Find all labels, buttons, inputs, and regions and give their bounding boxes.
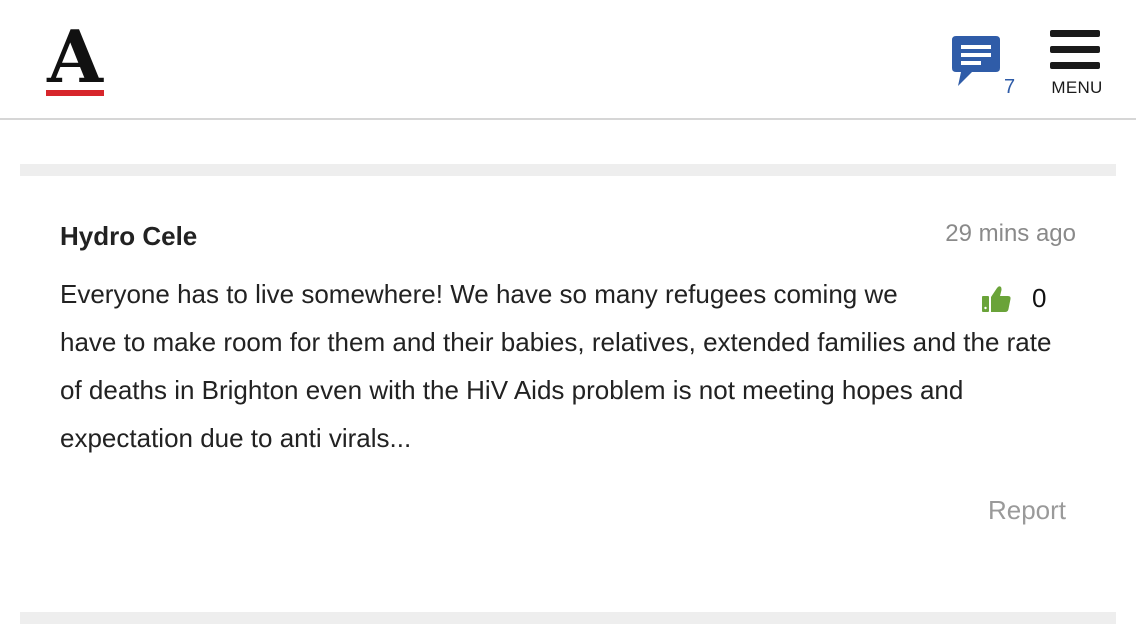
section-divider: [20, 164, 1116, 176]
menu-button[interactable]: MENU: [1046, 28, 1108, 100]
comment-timestamp: 29 mins ago: [945, 220, 1076, 247]
thumbs-up-icon: [982, 286, 1011, 312]
like-button[interactable]: [982, 280, 1014, 312]
site-header: A 7 MENU: [0, 0, 1136, 120]
report-link[interactable]: Report: [988, 494, 1066, 526]
menu-label: MENU: [1051, 78, 1103, 97]
menu-line: [1050, 62, 1100, 69]
comment-body: 0 Everyone has to live somewhere! We hav…: [60, 270, 1060, 462]
vote-controls: 0: [960, 270, 1060, 318]
comment-author[interactable]: Hydro Cele: [60, 220, 197, 252]
menu-line: [1050, 46, 1100, 53]
comments-button[interactable]: 7: [946, 32, 1022, 100]
comment-text: Everyone has to live somewhere! We have …: [60, 279, 1052, 453]
logo-underline: [46, 90, 104, 96]
like-count: 0: [1032, 283, 1047, 313]
comments-count: 7: [1004, 76, 1016, 98]
chat-bubble-icon: [952, 36, 1000, 86]
site-logo[interactable]: A: [44, 20, 106, 100]
logo-letter: A: [47, 14, 103, 99]
section-divider: [20, 612, 1116, 624]
menu-line: [1050, 30, 1100, 37]
